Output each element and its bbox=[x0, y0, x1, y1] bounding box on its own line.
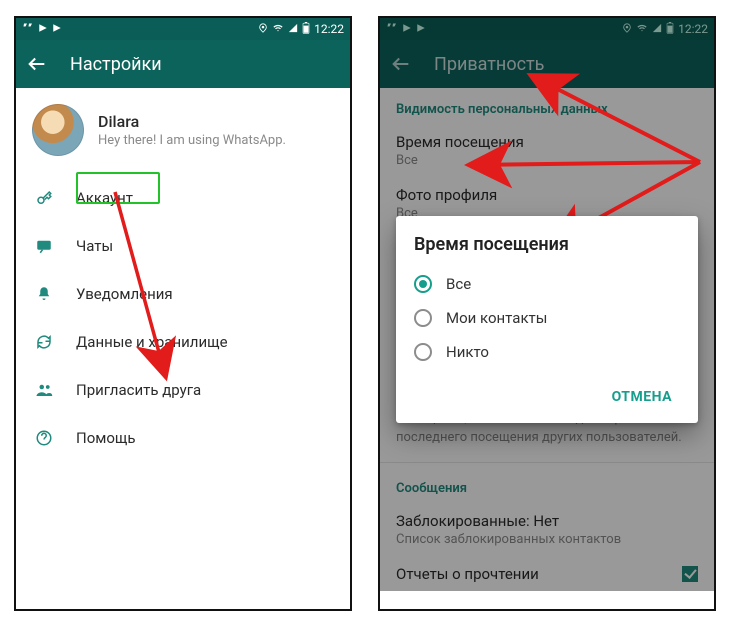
bell-icon bbox=[34, 284, 54, 304]
settings-item-notifications[interactable]: Уведомления bbox=[16, 270, 350, 318]
location-icon bbox=[258, 22, 268, 36]
sync-icon bbox=[34, 332, 54, 352]
app-bar: Настройки bbox=[16, 40, 350, 88]
dialog-option-everyone[interactable]: Все bbox=[414, 267, 680, 301]
settings-item-chats[interactable]: Чаты bbox=[16, 222, 350, 270]
profile-row[interactable]: Dilara Hey there! I am using WhatsApp. bbox=[16, 88, 350, 170]
settings-item-label: Помощь bbox=[76, 429, 332, 447]
settings-item-data[interactable]: Данные и хранилище bbox=[16, 318, 350, 366]
radio-icon bbox=[414, 275, 432, 293]
radio-icon bbox=[414, 309, 432, 327]
settings-item-label: Уведомления bbox=[76, 285, 332, 303]
phone-privacy: 12:22 Приватность Видимость персональных… bbox=[378, 16, 716, 611]
dialog-option-contacts[interactable]: Мои контакты bbox=[414, 301, 680, 335]
settings-item-label: Чаты bbox=[76, 237, 332, 255]
settings-item-help[interactable]: Помощь bbox=[16, 414, 350, 462]
settings-item-account[interactable]: Аккаунт bbox=[16, 174, 350, 222]
settings-item-label: Пригласить друга bbox=[76, 381, 332, 399]
app-mini-icon bbox=[22, 22, 34, 37]
clock-text: 12:22 bbox=[314, 22, 344, 36]
page-title: Настройки bbox=[70, 54, 162, 75]
dialog-option-label: Никто bbox=[446, 343, 489, 361]
dialog-last-seen: Время посещения Все Мои контакты Никто О… bbox=[396, 216, 698, 423]
play-icon bbox=[38, 22, 48, 36]
signal-icon bbox=[288, 22, 298, 36]
play-icon-2 bbox=[52, 22, 62, 36]
profile-status: Hey there! I am using WhatsApp. bbox=[98, 133, 286, 148]
dialog-option-nobody[interactable]: Никто bbox=[414, 335, 680, 369]
dialog-option-label: Мои контакты bbox=[446, 309, 547, 327]
radio-icon bbox=[414, 343, 432, 361]
battery-icon bbox=[302, 22, 310, 37]
chat-icon bbox=[34, 236, 54, 256]
key-icon bbox=[34, 188, 54, 208]
dialog-title: Время посещения bbox=[414, 234, 680, 255]
settings-list: Аккаунт Чаты Уведомления Данные и хранил… bbox=[16, 170, 350, 462]
settings-item-invite[interactable]: Пригласить друга bbox=[16, 366, 350, 414]
avatar bbox=[32, 104, 84, 156]
settings-item-label: Аккаунт bbox=[76, 189, 332, 207]
settings-item-label: Данные и хранилище bbox=[76, 333, 332, 351]
group-icon bbox=[34, 380, 54, 400]
phone-settings: 12:22 Настройки Dilara Hey there! I am u… bbox=[14, 16, 352, 611]
dialog-cancel-button[interactable]: ОТМЕНА bbox=[604, 379, 680, 415]
help-icon bbox=[34, 428, 54, 448]
dialog-option-label: Все bbox=[446, 275, 471, 293]
status-bar: 12:22 bbox=[16, 18, 350, 40]
wifi-icon bbox=[272, 22, 284, 36]
back-button[interactable] bbox=[26, 53, 48, 75]
profile-name: Dilara bbox=[98, 112, 286, 131]
